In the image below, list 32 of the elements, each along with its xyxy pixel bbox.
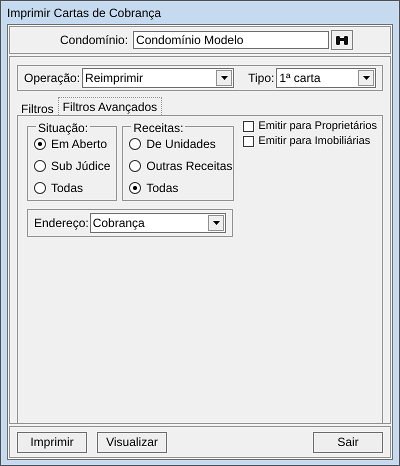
- endereco-label: Endereço:: [34, 215, 89, 232]
- radio-button[interactable]: [34, 160, 46, 172]
- radio-button[interactable]: [129, 160, 142, 172]
- operacao-label: Operação:: [24, 70, 80, 87]
- radio-label: Outras Receitas: [146, 158, 232, 175]
- radio-button[interactable]: [34, 182, 46, 194]
- radio-label: Em Aberto: [51, 136, 108, 153]
- tipo-label: Tipo:: [248, 70, 274, 87]
- tab[interactable]: Filtros Avançados: [58, 97, 162, 115]
- action-button[interactable]: Visualizar: [97, 432, 167, 452]
- radio-button[interactable]: [129, 138, 142, 150]
- window-title: Imprimir Cartas de Cobrança: [6, 4, 162, 22]
- action-button[interactable]: Imprimir: [17, 432, 87, 452]
- condominio-label: Condomínio:: [60, 32, 128, 49]
- radio-label: De Unidades: [146, 136, 216, 153]
- radio-button[interactable]: [34, 138, 46, 150]
- dropdown[interactable]: Reimprimir: [82, 68, 234, 88]
- radio-label: Todas: [51, 180, 84, 197]
- radio-button[interactable]: [129, 182, 142, 194]
- condominio-field[interactable]: Condomínio Modelo: [133, 31, 330, 49]
- binoculars-icon: [335, 34, 350, 46]
- tab[interactable]: Filtros: [17, 100, 58, 115]
- radio-label: Sub Júdice: [51, 158, 110, 175]
- checkbox-label: Emitir para Proprietários: [258, 119, 377, 134]
- dropdown[interactable]: 1ª carta: [276, 68, 376, 88]
- dropdown[interactable]: Cobrança: [90, 213, 226, 233]
- checkbox-label: Emitir para Imobiliárias: [258, 134, 370, 150]
- checkbox[interactable]: [243, 136, 254, 147]
- checkbox[interactable]: [243, 121, 254, 132]
- radio-label: Todas: [146, 180, 178, 197]
- action-button[interactable]: Sair: [313, 432, 383, 452]
- search-button[interactable]: [331, 30, 354, 50]
